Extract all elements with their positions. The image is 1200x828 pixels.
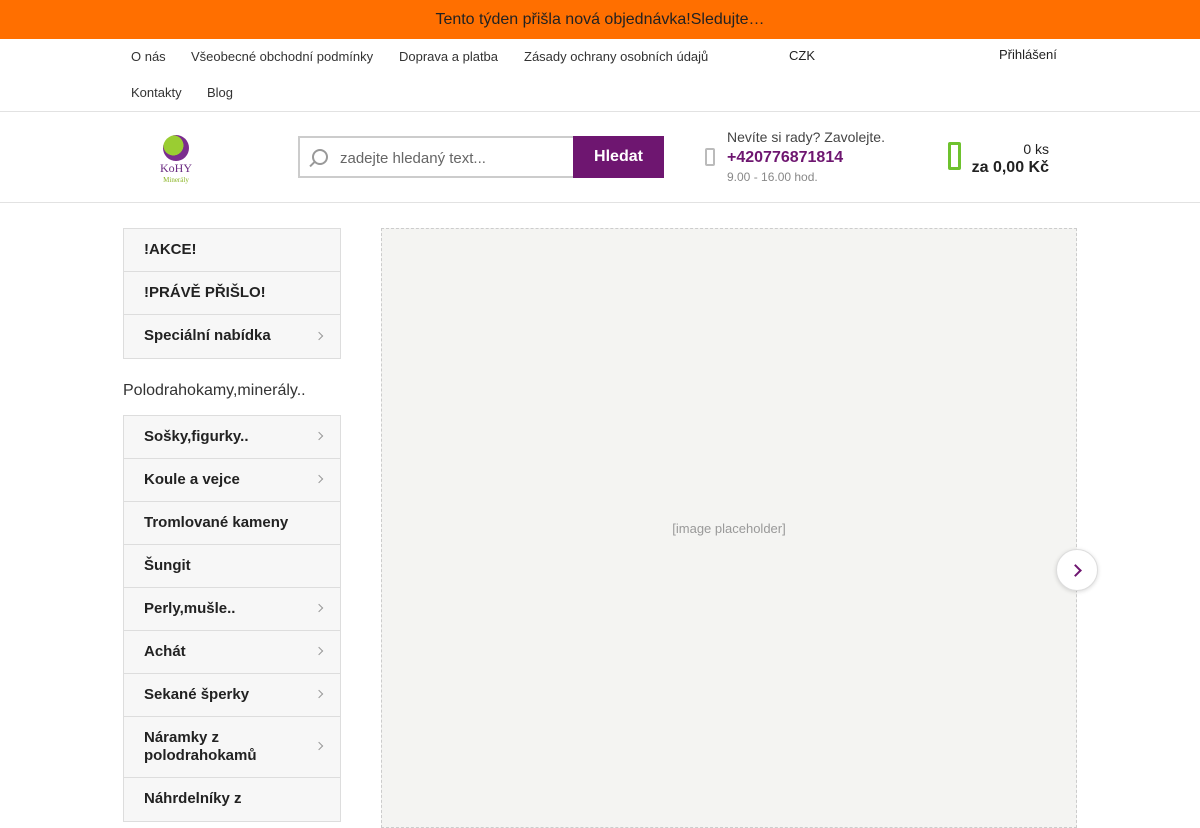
sidebar-item-sosky[interactable]: Sošky,figurky..: [124, 416, 340, 459]
sidebar-item-naramky[interactable]: Náramky z polodrahokamů: [124, 717, 340, 778]
search-field: [298, 136, 574, 178]
sidebar-item-koule[interactable]: Koule a vejce: [124, 459, 340, 502]
sidebar-item-label: Speciální nabídka: [144, 327, 271, 344]
sidebar-item-sungit[interactable]: Šungit: [124, 545, 340, 588]
site-header: KoHY Minerály Hledat Nevíte si rady? Zav…: [0, 112, 1200, 203]
sidebar-item-label: Sošky,figurky..: [144, 428, 249, 445]
logo-subtitle: Minerály: [163, 176, 189, 184]
sidebar-item-label: !AKCE!: [144, 241, 197, 258]
sidebar-item-label: Achát: [144, 643, 186, 660]
login-link[interactable]: Přihlášení: [999, 47, 1057, 62]
contact-label: Nevíte si rady? Zavolejte.: [727, 129, 885, 145]
chevron-right-icon: [1069, 564, 1082, 577]
search-button[interactable]: Hledat: [573, 136, 664, 178]
contact-info: Nevíte si rady? Zavolejte. +420776871814…: [727, 129, 885, 184]
chevron-right-icon: [314, 741, 324, 751]
promo-text[interactable]: Tento týden přišla nová objednávka!Sledu…: [435, 11, 764, 28]
search-icon: [312, 149, 328, 165]
sidebar-item-label: Šungit: [144, 557, 191, 574]
sidebar-item-prave-prislo[interactable]: !PRÁVĚ PŘIŠLO!: [124, 272, 340, 315]
logo-mark-icon: [163, 135, 189, 161]
sidebar-item-tromlovane[interactable]: Tromlované kameny: [124, 502, 340, 545]
sidebar-item-label: Tromlované kameny: [144, 514, 289, 531]
slider-next-button[interactable]: [1056, 549, 1098, 591]
nav-link-about[interactable]: O nás: [131, 49, 166, 64]
nav-link-blog[interactable]: Blog: [207, 85, 233, 100]
chevron-right-icon: [314, 431, 324, 441]
chevron-right-icon: [314, 331, 324, 340]
sidebar-item-achat[interactable]: Achát: [124, 631, 340, 674]
sidebar-item-perly[interactable]: Perly,mušle..: [124, 588, 340, 631]
sidebar-item-label: Koule a vejce: [144, 471, 240, 488]
sidebar-item-specialni-nabidka[interactable]: Speciální nabídka: [124, 315, 340, 358]
chevron-right-icon: [314, 689, 324, 699]
cart-summary[interactable]: 0 ks za 0,00 Kč: [900, 141, 1049, 177]
contact-phone[interactable]: +420776871814: [727, 149, 885, 167]
chevron-right-icon: [314, 474, 324, 484]
sidebar-item-sekane-sperky[interactable]: Sekané šperky: [124, 674, 340, 717]
chevron-right-icon: [314, 603, 324, 613]
section-title: Polodrahokamy,minerály..: [123, 382, 306, 399]
contact-hours: 9.00 - 16.00 hod.: [727, 170, 818, 184]
special-offers-menu: !AKCE! !PRÁVĚ PŘIŠLO! Speciální nabídka: [123, 228, 341, 359]
promo-bar: Tento týden přišla nová objednávka!Sledu…: [0, 0, 1200, 39]
sidebar-item-label: !PRÁVĚ PŘIŠLO!: [144, 284, 266, 301]
sidebar-item-label: Náramky z polodrahokamů: [144, 729, 257, 764]
sidebar-item-akce[interactable]: !AKCE!: [124, 229, 340, 272]
cart-total: za 0,00 Kč: [971, 159, 1049, 176]
nav-link-contacts[interactable]: Kontakty: [131, 85, 182, 100]
top-nav: O nás Všeobecné obchodní podmínky Doprav…: [0, 39, 1200, 112]
nav-link-privacy[interactable]: Zásady ochrany osobních údajů: [524, 49, 708, 64]
search-form: Hledat: [298, 136, 664, 178]
sidebar-item-label: Náhrdelníky z: [144, 790, 242, 807]
sidebar-item-label: Sekané šperky: [144, 686, 250, 703]
hero-banner[interactable]: [image placeholder]: [381, 228, 1077, 828]
category-menu: Sošky,figurky.. Koule a vejce Tromlované…: [123, 415, 341, 822]
nav-link-terms[interactable]: Všeobecné obchodní podmínky: [191, 49, 373, 64]
cart-count: 0 ks: [1023, 141, 1049, 157]
nav-link-shipping[interactable]: Doprava a platba: [399, 49, 498, 64]
logo[interactable]: KoHY Minerály: [158, 135, 194, 184]
sidebar-item-label: Perly,mušle..: [144, 600, 236, 617]
currency-selector[interactable]: CZK: [789, 48, 815, 63]
banner-photo: [image placeholder]: [381, 228, 1077, 828]
phone-icon: [705, 148, 715, 166]
sidebar: !AKCE! !PRÁVĚ PŘIŠLO! Speciální nabídka …: [123, 228, 341, 822]
search-input[interactable]: [340, 146, 565, 170]
chevron-right-icon: [314, 646, 324, 656]
logo-name: KoHY: [160, 161, 192, 175]
